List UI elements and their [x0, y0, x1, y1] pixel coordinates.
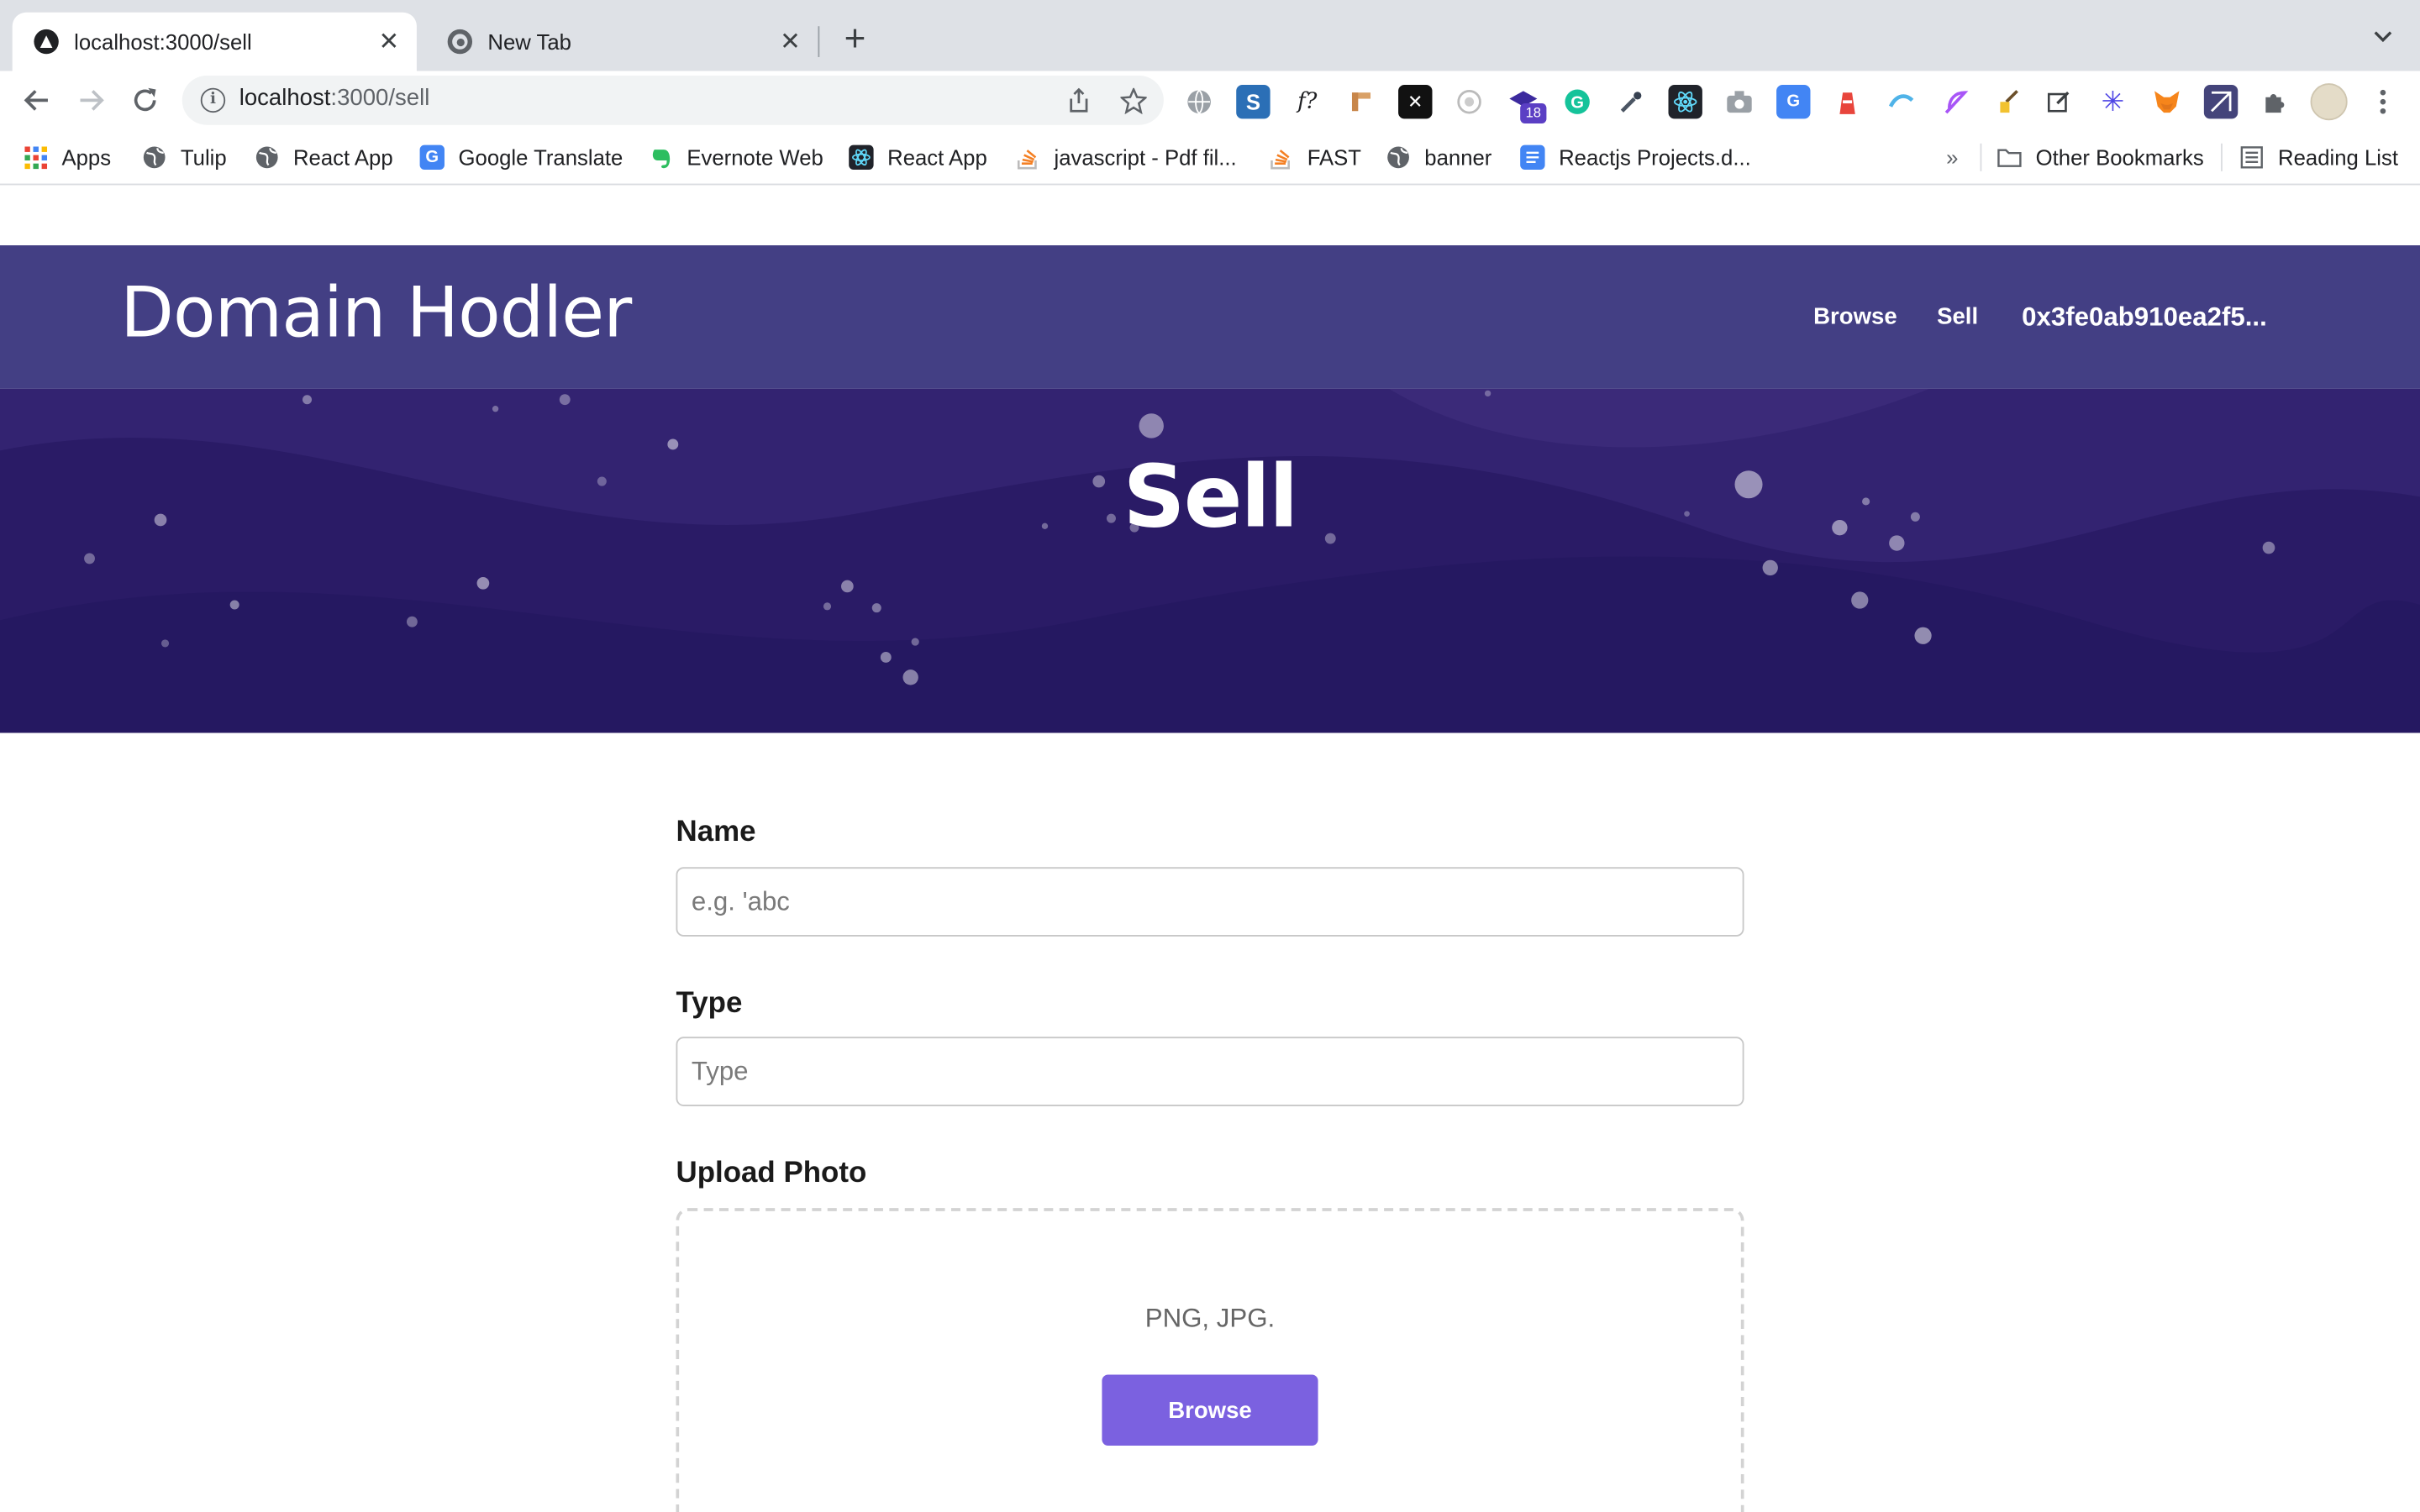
bookmark-label: javascript - Pdf fil...	[1054, 144, 1237, 171]
type-input[interactable]	[676, 1037, 1744, 1106]
eyedropper-extension-icon[interactable]	[1614, 85, 1648, 118]
bookmark-reactjs-projects[interactable]: Reactjs Projects.d...	[1520, 142, 1751, 173]
stackoverflow-icon	[1269, 145, 1293, 170]
tab-new-tab[interactable]: New Tab ✕	[426, 13, 818, 71]
page-title: Sell	[1123, 447, 1298, 549]
tab-search-chevron-icon[interactable]	[2368, 24, 2399, 55]
broom-extension-icon[interactable]	[1992, 85, 2026, 118]
share-icon[interactable]	[1064, 85, 1095, 116]
camera-extension-icon[interactable]	[1723, 85, 1756, 118]
site-info-icon[interactable]: i	[200, 87, 226, 113]
upload-photo-label: Upload Photo	[676, 1157, 867, 1190]
bookmark-label: React App	[887, 144, 987, 171]
type-label: Type	[676, 987, 743, 1021]
brand-logo[interactable]: Domain Hodler	[120, 271, 632, 353]
bookmark-label: Tulip	[180, 144, 227, 171]
lighthouse-extension-icon[interactable]	[1830, 85, 1864, 118]
bookmark-label: Google Translate	[458, 144, 623, 171]
react-devtools-extension-icon[interactable]	[1668, 85, 1702, 119]
snowflake-extension-icon[interactable]: ✳	[2096, 85, 2129, 118]
feather-extension-icon[interactable]	[1939, 85, 1972, 118]
bookmarks-overflow-chevron[interactable]: »	[1946, 142, 1958, 173]
bookmark-react-app[interactable]: React App	[255, 142, 393, 173]
upload-dropzone[interactable]	[676, 1208, 1744, 1512]
bookmark-label: Reading List	[2278, 144, 2398, 171]
globe-extension-icon[interactable]	[1182, 85, 1216, 118]
bookmark-other-bookmarks[interactable]: Other Bookmarks	[1997, 142, 2204, 173]
tab-title: localhost:3000/sell	[74, 29, 252, 55]
bookmark-star-icon[interactable]	[1118, 85, 1149, 116]
edit-extension-icon[interactable]	[2042, 85, 2075, 118]
tab-title: New Tab	[487, 29, 571, 55]
google-translate-icon: G	[419, 144, 445, 171]
chrome-menu-icon[interactable]	[2366, 85, 2400, 118]
graph-extension-icon[interactable]	[2203, 85, 2238, 119]
bookmark-javascript-pdf[interactable]: javascript - Pdf fil...	[1016, 142, 1237, 173]
profile-avatar[interactable]	[2310, 83, 2348, 121]
tab-active[interactable]: localhost:3000/sell ✕	[12, 12, 417, 71]
google-docs-icon	[1520, 144, 1545, 171]
tab-close-icon[interactable]: ✕	[373, 26, 404, 57]
folder-icon	[1997, 145, 2022, 170]
address-url[interactable]: localhost:3000/sell	[239, 85, 430, 111]
s-extension-icon[interactable]: S	[1236, 85, 1270, 119]
globe-icon	[255, 145, 279, 170]
url-path: :3000/sell	[330, 85, 430, 112]
chrome-icon	[447, 29, 473, 55]
reading-list-icon	[2239, 145, 2264, 170]
ruler-extension-icon[interactable]	[1344, 85, 1378, 118]
site-favicon-icon	[34, 29, 59, 55]
bookmark-label: Apps	[61, 144, 112, 171]
evernote-icon	[648, 145, 672, 170]
target-extension-icon[interactable]	[1452, 85, 1486, 118]
globe-icon	[1386, 145, 1410, 170]
bookmark-label: React App	[292, 144, 393, 171]
nav-sell-link[interactable]: Sell	[1937, 304, 1978, 330]
bookmark-label: FAST	[1307, 144, 1362, 171]
reading-list-button[interactable]: Reading List	[2239, 142, 2398, 173]
svg-text:G: G	[1570, 94, 1584, 113]
bookmarks-divider	[1980, 143, 1982, 171]
hero-banner	[0, 388, 2420, 733]
bookmark-banner[interactable]: banner	[1386, 142, 1491, 173]
wallet-address-button[interactable]: 0x3fe0ab910ea2f5...	[2022, 302, 2267, 333]
reload-icon[interactable]	[128, 83, 161, 117]
bookmark-fast[interactable]: FAST	[1269, 142, 1361, 173]
bookmark-label: Other Bookmarks	[2035, 144, 2204, 171]
back-arrow-icon[interactable]	[20, 83, 54, 117]
bookmark-google-translate[interactable]: G Google Translate	[419, 142, 623, 173]
url-host: localhost	[239, 85, 331, 112]
wave-extension-icon[interactable]	[1885, 85, 1918, 118]
apps-grid-icon	[24, 145, 48, 170]
x-extension-icon[interactable]: ✕	[1398, 85, 1433, 119]
new-tab-button[interactable]: +	[837, 21, 874, 60]
browse-file-button[interactable]: Browse	[1102, 1374, 1318, 1446]
name-input[interactable]	[676, 867, 1744, 937]
hero-background-graphic	[0, 388, 2420, 733]
bookmark-evernote-web[interactable]: Evernote Web	[648, 142, 823, 173]
globe-icon	[142, 145, 166, 170]
bookmark-apps[interactable]: Apps	[24, 142, 112, 173]
tab-divider	[818, 26, 820, 57]
name-label: Name	[676, 816, 756, 849]
extensions-puzzle-icon[interactable]	[2258, 85, 2291, 118]
metamask-extension-icon[interactable]	[2150, 85, 2184, 118]
bookmark-label: Reactjs Projects.d...	[1559, 144, 1751, 171]
upload-formats-text: PNG, JPG.	[1144, 1304, 1276, 1333]
function-extension-icon[interactable]: f?	[1291, 85, 1324, 118]
bookmark-react-app-2[interactable]: React App	[849, 142, 987, 173]
bookmark-tulip[interactable]: Tulip	[142, 142, 227, 173]
forward-arrow-icon[interactable]	[74, 83, 108, 117]
grammarly-extension-icon[interactable]: G	[1560, 85, 1594, 118]
bookmark-label: Evernote Web	[687, 144, 823, 171]
tab-close-icon[interactable]: ✕	[775, 26, 806, 57]
extension-badge: 18	[1520, 103, 1547, 123]
google-translate-extension-icon[interactable]: G	[1776, 85, 1811, 119]
nav-browse-link[interactable]: Browse	[1813, 304, 1897, 330]
react-icon	[849, 144, 874, 171]
bookmark-label: banner	[1424, 144, 1492, 171]
stackoverflow-icon	[1016, 145, 1040, 170]
bookmarks-divider	[2221, 143, 2223, 171]
